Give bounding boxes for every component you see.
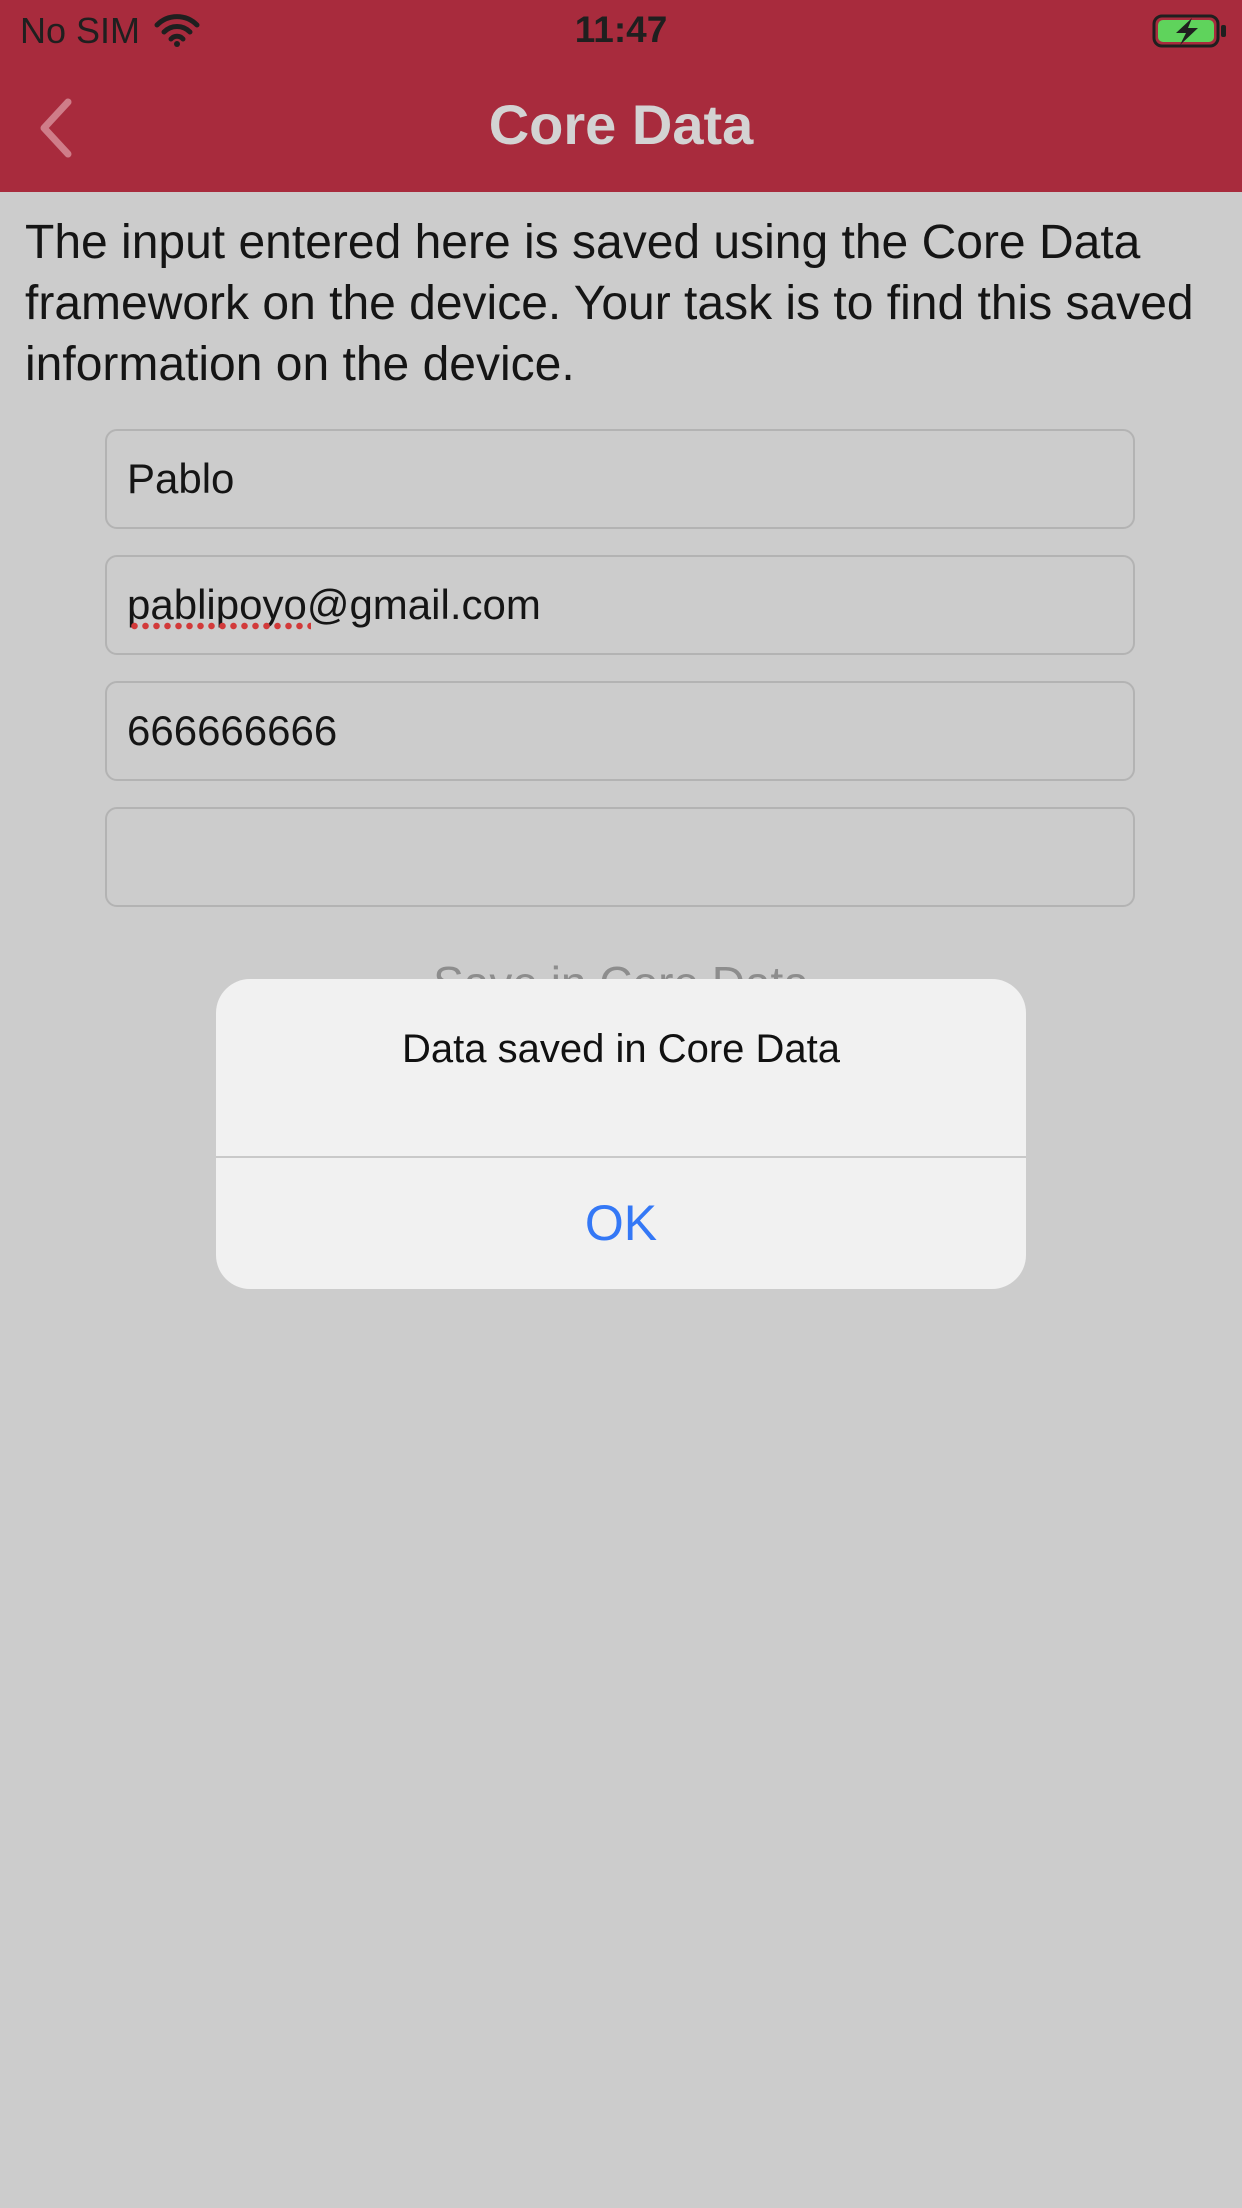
battery-charging-icon xyxy=(1152,14,1228,48)
email-input[interactable] xyxy=(105,555,1135,655)
name-input[interactable] xyxy=(105,429,1135,529)
status-bar: No SIM 11:47 xyxy=(0,0,1242,62)
phone-input[interactable] xyxy=(105,681,1135,781)
email-field-container xyxy=(105,555,1135,655)
alert-dialog: Data saved in Core Data OK xyxy=(216,979,1026,1289)
navigation-bar: Core Data xyxy=(0,62,1242,192)
page-title: Core Data xyxy=(488,93,754,156)
alert-message: Data saved in Core Data xyxy=(401,1027,840,1071)
extra-input[interactable] xyxy=(105,807,1135,907)
instructions-text: The input entered here is saved using th… xyxy=(25,216,1194,391)
alert-ok-button[interactable]: OK xyxy=(216,1158,1026,1289)
status-time: 11:47 xyxy=(574,9,668,50)
